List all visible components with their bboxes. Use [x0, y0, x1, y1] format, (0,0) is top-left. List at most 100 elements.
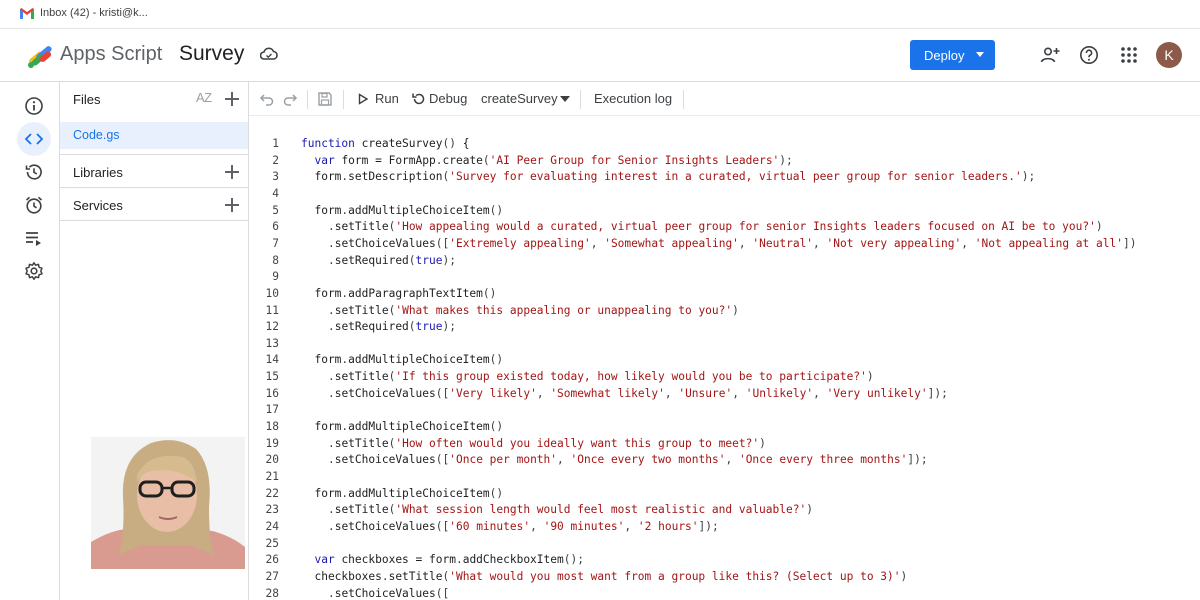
- code-line[interactable]: 28 .setChoiceValues([: [249, 586, 1200, 600]
- debug-button[interactable]: Debug: [429, 91, 467, 106]
- code-line[interactable]: 4: [249, 186, 1200, 203]
- editor-toolbar: Run Debug createSurvey Execution log: [249, 82, 1200, 116]
- code-line[interactable]: 21: [249, 469, 1200, 486]
- code-text: .setRequired(true);: [327, 320, 456, 334]
- deploy-button[interactable]: Deploy: [910, 40, 995, 70]
- browser-tab-bar: Inbox (42) - kristi@k...: [0, 0, 1200, 29]
- line-number: 25: [265, 536, 279, 550]
- code-line[interactable]: 5 form.addMultipleChoiceItem(): [249, 203, 1200, 220]
- code-line[interactable]: 1 function createSurvey() {: [249, 136, 1200, 153]
- line-number: 12: [265, 320, 279, 334]
- run-button[interactable]: Run: [375, 91, 399, 106]
- libraries-section[interactable]: Libraries: [60, 154, 248, 187]
- code-line[interactable]: 20 .setChoiceValues(['Once per month', '…: [249, 452, 1200, 469]
- code-line[interactable]: 3 form.setDescription('Survey for evalua…: [249, 169, 1200, 186]
- code-editor[interactable]: 1 function createSurvey() {2 var form = F…: [249, 116, 1200, 600]
- debug-icon: [412, 93, 425, 105]
- code-text: .setChoiceValues(['Extremely appealing',…: [327, 236, 1137, 250]
- apps-script-logo-icon: [28, 46, 52, 68]
- code-text: form.addMultipleChoiceItem(): [301, 353, 504, 367]
- code-icon[interactable]: [24, 129, 44, 149]
- gmail-icon: [20, 7, 34, 19]
- code-line[interactable]: 13: [249, 336, 1200, 353]
- code-text: .setTitle('If this group existed today, …: [327, 370, 874, 384]
- code-line[interactable]: 7 .setChoiceValues(['Extremely appealing…: [249, 236, 1200, 253]
- toolbar-divider: [307, 90, 308, 109]
- add-file-icon[interactable]: [225, 92, 239, 106]
- cloud-saved-icon: [260, 47, 278, 60]
- line-number: 3: [272, 170, 279, 184]
- browser-tab[interactable]: Inbox (42) - kristi@k...: [20, 7, 148, 19]
- apps-grid-icon[interactable]: [1119, 45, 1139, 65]
- line-number: 19: [265, 436, 279, 450]
- line-number: 4: [272, 186, 279, 200]
- line-number: 13: [265, 336, 279, 350]
- avatar[interactable]: K: [1156, 42, 1182, 68]
- info-icon[interactable]: [24, 96, 44, 116]
- line-number: 7: [272, 236, 279, 250]
- code-line[interactable]: 19 .setTitle('How often would you ideall…: [249, 436, 1200, 453]
- code-line[interactable]: 17: [249, 402, 1200, 419]
- line-number: 6: [272, 220, 279, 234]
- code-text: form.addParagraphTextItem(): [301, 286, 497, 300]
- code-text: .setTitle('How often would you ideally w…: [327, 436, 766, 450]
- settings-icon[interactable]: [24, 261, 44, 281]
- add-library-icon[interactable]: [225, 165, 239, 179]
- code-text: var form = FormApp.create('AI Peer Group…: [314, 153, 793, 167]
- code-text: checkboxes.setTitle('What would you most…: [301, 569, 908, 583]
- app-header: Apps Script Survey Deploy K: [0, 29, 1200, 82]
- services-label: Services: [73, 198, 123, 213]
- code-text: .setTitle('What session length would fee…: [327, 503, 813, 517]
- code-line[interactable]: 25: [249, 536, 1200, 553]
- function-selector[interactable]: createSurvey: [481, 91, 558, 106]
- code-line[interactable]: 15 .setTitle('If this group existed toda…: [249, 369, 1200, 386]
- line-number: 23: [265, 503, 279, 517]
- code-line[interactable]: 12 .setRequired(true);: [249, 319, 1200, 336]
- line-number: 22: [265, 486, 279, 500]
- sort-az-icon[interactable]: AZ: [196, 90, 212, 105]
- line-number: 21: [265, 470, 279, 483]
- redo-icon[interactable]: [282, 91, 298, 107]
- line-number: 20: [265, 453, 279, 467]
- add-person-icon[interactable]: [1040, 45, 1060, 65]
- code-text: form.addMultipleChoiceItem(): [301, 486, 504, 500]
- code-line[interactable]: 11 .setTitle('What makes this appealing …: [249, 303, 1200, 320]
- help-icon[interactable]: [1079, 45, 1099, 65]
- toolbar-divider: [343, 90, 344, 109]
- line-number: 27: [265, 569, 279, 583]
- app-name: Apps Script: [60, 43, 163, 65]
- chevron-down-icon[interactable]: [560, 96, 570, 102]
- code-text: .setTitle('How appealing would a curated…: [327, 220, 1103, 234]
- code-line[interactable]: 14 form.addMultipleChoiceItem(): [249, 352, 1200, 369]
- project-title[interactable]: Survey: [179, 42, 244, 66]
- line-number: 1: [272, 137, 279, 150]
- code-line[interactable]: 27 checkboxes.setTitle('What would you m…: [249, 569, 1200, 586]
- code-line[interactable]: 8 .setRequired(true);: [249, 253, 1200, 270]
- code-line[interactable]: 26 var checkboxes = form.addCheckboxItem…: [249, 552, 1200, 569]
- services-section[interactable]: Services: [60, 187, 248, 221]
- code-line[interactable]: 16 .setChoiceValues(['Very likely', 'Som…: [249, 386, 1200, 403]
- code-line[interactable]: 18 form.addMultipleChoiceItem(): [249, 419, 1200, 436]
- code-line[interactable]: 10 form.addParagraphTextItem(): [249, 286, 1200, 303]
- line-number: 10: [265, 286, 279, 300]
- code-line[interactable]: 9: [249, 269, 1200, 286]
- add-service-icon[interactable]: [225, 198, 239, 212]
- code-line[interactable]: 2 var form = FormApp.create('AI Peer Gro…: [249, 153, 1200, 170]
- line-number: 9: [272, 270, 279, 284]
- code-line[interactable]: 6 .setTitle('How appealing would a curat…: [249, 219, 1200, 236]
- code-line[interactable]: 22 form.addMultipleChoiceItem(): [249, 486, 1200, 503]
- webcam-video: [91, 437, 245, 569]
- execution-log-button[interactable]: Execution log: [594, 91, 672, 106]
- save-icon[interactable]: [317, 91, 333, 107]
- alarm-icon[interactable]: [24, 195, 44, 215]
- executions-icon[interactable]: [24, 228, 44, 248]
- line-number: 16: [265, 386, 279, 400]
- code-line[interactable]: 24 .setChoiceValues(['60 minutes', '90 m…: [249, 519, 1200, 536]
- history-icon[interactable]: [24, 162, 44, 182]
- chevron-down-icon: [976, 52, 984, 57]
- undo-icon[interactable]: [259, 91, 275, 107]
- file-item-code-gs[interactable]: Code.gs: [60, 122, 248, 149]
- line-number: 24: [265, 519, 279, 533]
- code-text: .setRequired(true);: [327, 253, 456, 267]
- code-line[interactable]: 23 .setTitle('What session length would …: [249, 502, 1200, 519]
